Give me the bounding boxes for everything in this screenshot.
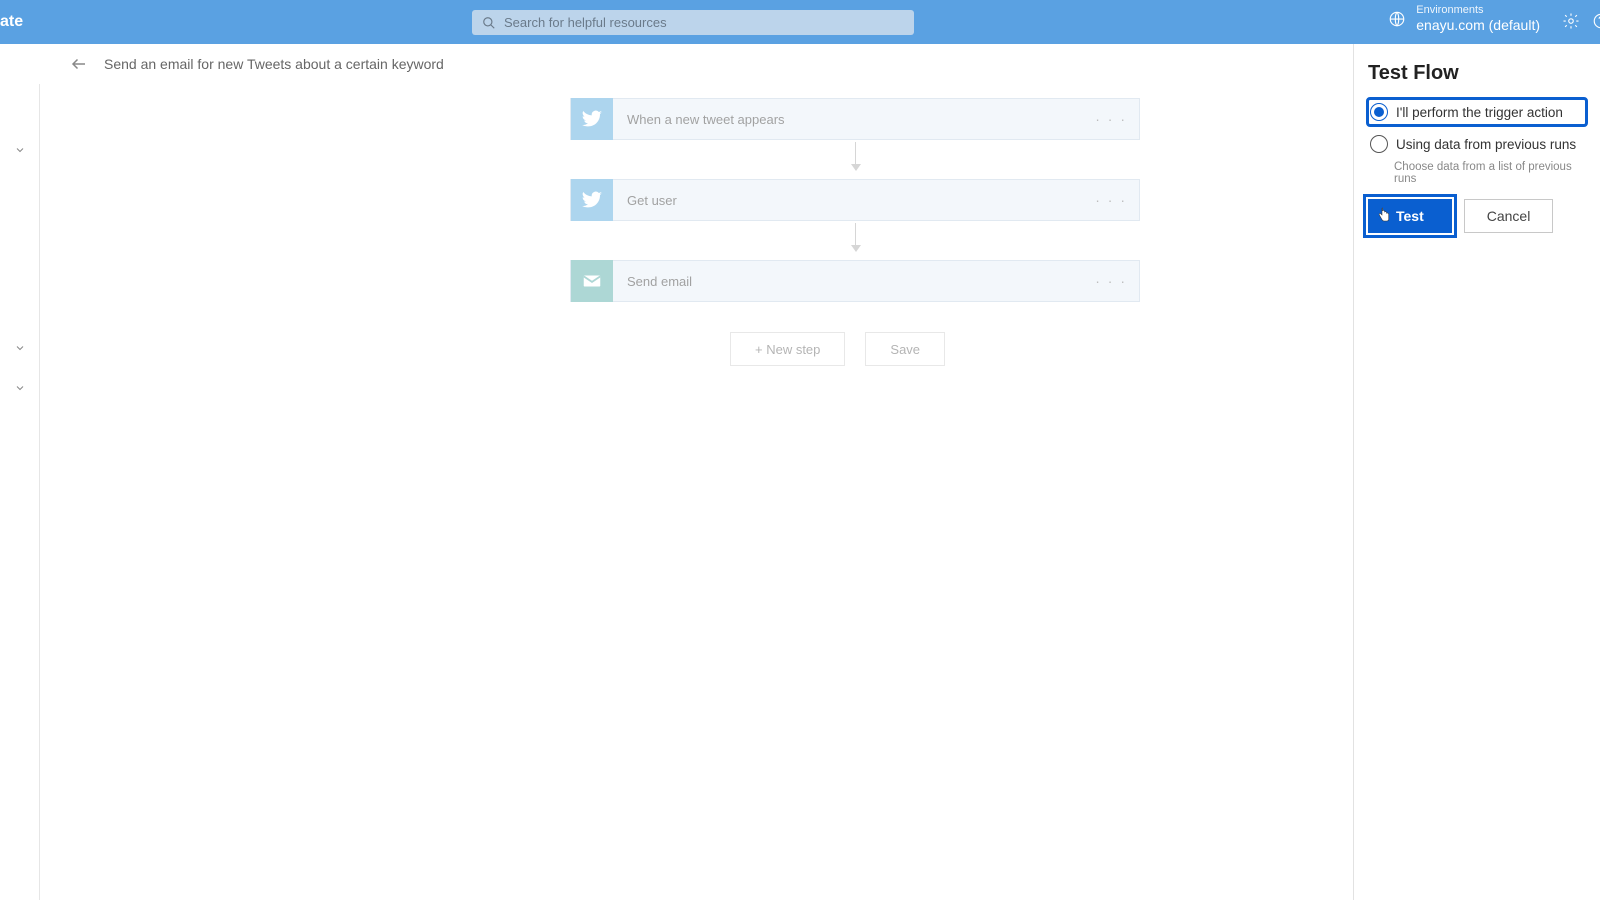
chevron-down-icon[interactable] xyxy=(14,342,26,354)
test-button-label: Test xyxy=(1396,208,1424,224)
left-gutter xyxy=(0,44,40,900)
step-label: Get user xyxy=(627,193,677,208)
twitter-icon xyxy=(571,179,613,221)
mail-icon xyxy=(571,260,613,302)
gear-icon[interactable] xyxy=(1562,12,1580,30)
globe-icon xyxy=(1388,10,1406,28)
canvas-button-row: + New step Save xyxy=(730,332,945,366)
save-button[interactable]: Save xyxy=(865,332,945,366)
flow-step-trigger[interactable]: When a new tweet appears · · · xyxy=(570,98,1140,140)
step-menu-icon[interactable]: · · · xyxy=(1095,273,1127,289)
top-bar: ate Environments enayu.com (default) xyxy=(0,0,1600,44)
new-step-button[interactable]: + New step xyxy=(730,332,845,366)
radio-icon xyxy=(1370,103,1388,121)
cursor-icon xyxy=(1376,205,1392,225)
radio-label: I'll perform the trigger action xyxy=(1396,105,1563,120)
radio-perform-trigger[interactable]: I'll perform the trigger action xyxy=(1368,99,1586,125)
test-flow-panel: Test Flow I'll perform the trigger actio… xyxy=(1353,44,1600,900)
step-menu-icon[interactable]: · · · xyxy=(1095,192,1127,208)
flow-step-send-email[interactable]: Send email · · · xyxy=(570,260,1140,302)
flow-arrow-icon xyxy=(855,142,856,170)
flow-title: Send an email for new Tweets about a cer… xyxy=(104,56,444,72)
radio-label: Using data from previous runs xyxy=(1396,137,1576,152)
flow-arrow-icon xyxy=(855,223,856,251)
env-name: enayu.com (default) xyxy=(1416,17,1540,34)
help-icon[interactable] xyxy=(1592,12,1600,30)
step-menu-icon[interactable]: · · · xyxy=(1095,111,1127,127)
twitter-icon xyxy=(571,98,613,140)
cancel-button[interactable]: Cancel xyxy=(1464,199,1554,233)
radio-previous-runs[interactable]: Using data from previous runs xyxy=(1368,131,1586,157)
search-box[interactable] xyxy=(472,10,914,35)
chevron-down-icon[interactable] xyxy=(14,144,26,156)
flow-step-get-user[interactable]: Get user · · · xyxy=(570,179,1140,221)
radio-icon xyxy=(1370,135,1388,153)
step-label: When a new tweet appears xyxy=(627,112,785,127)
env-label: Environments xyxy=(1416,4,1540,17)
panel-title: Test Flow xyxy=(1368,62,1586,85)
chevron-down-icon[interactable] xyxy=(14,382,26,394)
environment-picker[interactable]: Environments enayu.com (default) xyxy=(1388,4,1540,34)
back-arrow-icon[interactable] xyxy=(70,55,88,73)
search-icon xyxy=(482,16,496,30)
step-label: Send email xyxy=(627,274,692,289)
test-button[interactable]: Test xyxy=(1368,199,1452,233)
brand-fragment: ate xyxy=(0,0,31,44)
panel-button-row: Test Cancel xyxy=(1368,199,1586,233)
previous-runs-hint: Choose data from a list of previous runs xyxy=(1394,161,1586,185)
search-input[interactable] xyxy=(504,15,904,30)
